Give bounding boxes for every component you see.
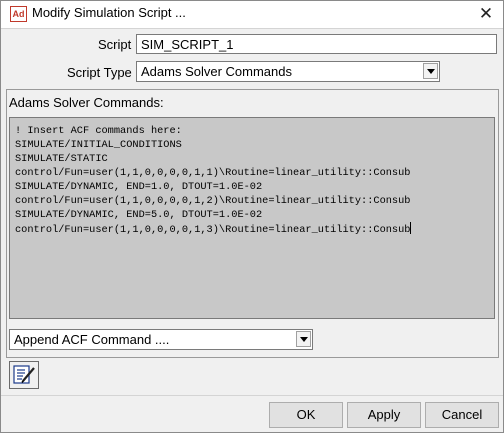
script-type-label: Script Type xyxy=(67,65,132,80)
solver-commands-label: Adams Solver Commands: xyxy=(9,95,164,110)
script-label: Script xyxy=(98,37,132,52)
code-line: SIMULATE/DYNAMIC, END=5.0, DTOUT=1.0E-02 xyxy=(15,209,263,221)
ok-button[interactable]: OK xyxy=(269,402,343,428)
script-type-value: Adams Solver Commands xyxy=(141,64,292,79)
code-line: control/Fun=user(1,1,0,0,0,0,1,2)\Routin… xyxy=(15,195,411,207)
code-line-text: control/Fun=user(1,1,0,0,0,0,1,3)\Routin… xyxy=(15,224,411,236)
code-line: control/Fun=user(1,1,0,0,0,0,1,1)\Routin… xyxy=(15,167,411,179)
divider xyxy=(1,395,503,396)
cancel-button[interactable]: Cancel xyxy=(425,402,499,428)
modify-simulation-script-dialog: Ad Modify Simulation Script ... ✕ Script… xyxy=(0,0,504,433)
divider xyxy=(1,28,503,29)
code-line: SIMULATE/DYNAMIC, END=1.0, DTOUT=1.0E-02 xyxy=(15,181,263,193)
close-button[interactable]: ✕ xyxy=(473,2,499,26)
code-line: SIMULATE/INITIAL_CONDITIONS xyxy=(15,139,182,151)
adams-app-icon: Ad xyxy=(10,6,27,22)
code-line: SIMULATE/STATIC xyxy=(15,153,108,165)
title-bar[interactable]: Ad Modify Simulation Script ... ✕ xyxy=(1,1,503,28)
dropdown-arrow-button[interactable] xyxy=(423,63,438,79)
code-line-last: control/Fun=user(1,1,0,0,0,0,1,3)\Routin… xyxy=(15,222,489,237)
edit-text-icon xyxy=(13,365,35,384)
acf-commands-textarea[interactable]: ! Insert ACF commands here: SIMULATE/INI… xyxy=(9,117,495,319)
append-acf-command-dropdown[interactable]: Append ACF Command .... xyxy=(9,329,313,350)
dropdown-arrow-button[interactable] xyxy=(296,331,311,347)
append-acf-command-value: Append ACF Command .... xyxy=(14,332,170,347)
script-name-field[interactable]: SIM_SCRIPT_1 xyxy=(136,34,497,54)
chevron-down-icon xyxy=(300,337,308,342)
edit-text-button[interactable] xyxy=(9,361,39,389)
script-type-dropdown[interactable]: Adams Solver Commands xyxy=(136,61,440,82)
chevron-down-icon xyxy=(427,69,435,74)
text-caret xyxy=(410,222,412,234)
code-line: ! Insert ACF commands here: xyxy=(15,125,182,137)
window-title: Modify Simulation Script ... xyxy=(32,5,186,20)
apply-button[interactable]: Apply xyxy=(347,402,421,428)
